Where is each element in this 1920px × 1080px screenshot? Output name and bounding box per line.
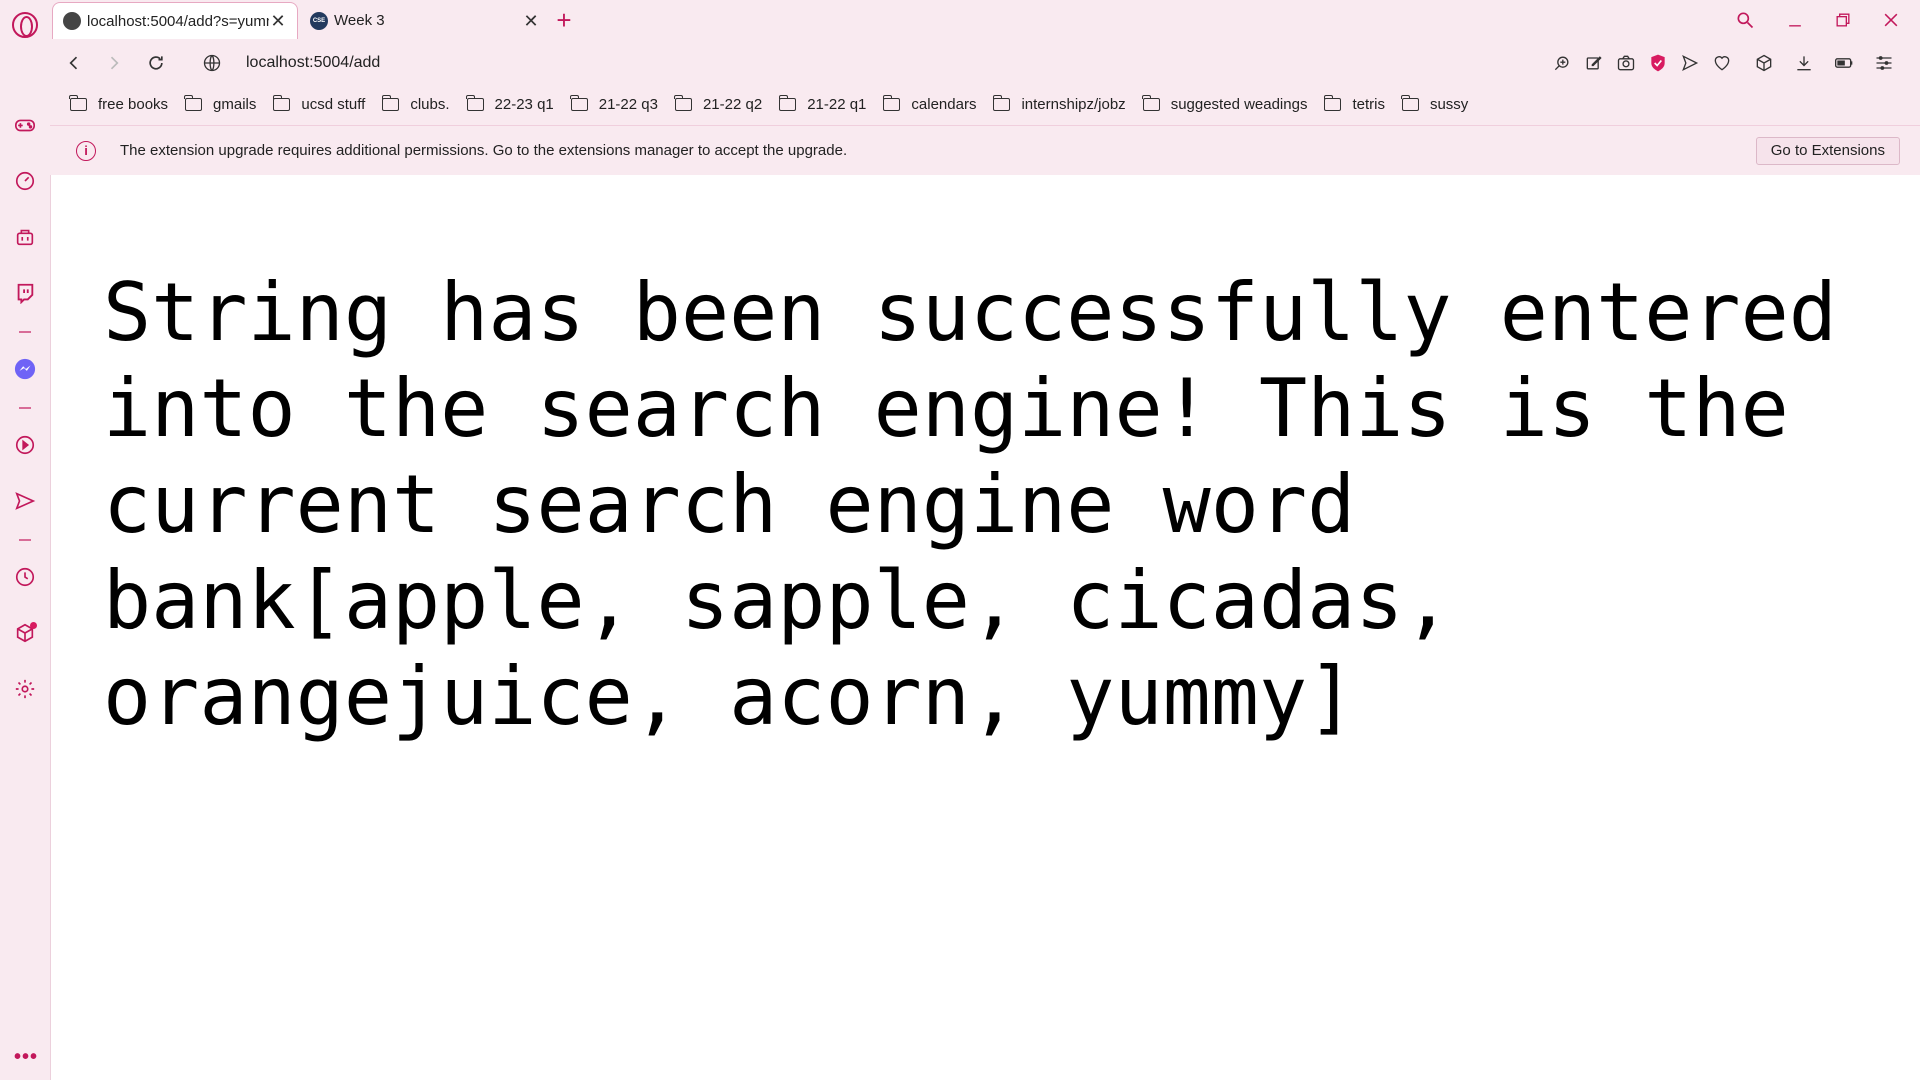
sidebar-separator: [19, 331, 31, 333]
response-message: String has been successfully entered int…: [103, 266, 1837, 743]
restore-icon[interactable]: [1828, 6, 1858, 34]
bookmarks-bar: free books gmails ucsd stuff clubs. 22-2…: [50, 86, 1920, 122]
bookmark-label: suggested weadings: [1170, 95, 1308, 113]
settings-gear-icon[interactable]: [10, 674, 40, 704]
bookmark-folder[interactable]: 21-22 q1: [778, 94, 867, 113]
folder-icon: [381, 94, 400, 111]
back-button[interactable]: [60, 49, 88, 77]
bookmark-label: 21-22 q3: [598, 95, 658, 113]
folder-icon: [69, 94, 87, 111]
bookmark-folder[interactable]: 22-23 q1: [465, 94, 554, 113]
reload-button[interactable]: [142, 49, 170, 77]
bookmark-folder[interactable]: calendars: [882, 94, 977, 113]
send-icon[interactable]: [1678, 51, 1702, 75]
bookmark-folder[interactable]: gmails: [184, 94, 257, 113]
bookmark-folder[interactable]: 21-22 q2: [674, 94, 763, 113]
bookmark-label: clubs.: [410, 95, 450, 113]
bookmark-folder[interactable]: sussy: [1401, 94, 1469, 113]
bookmark-folder[interactable]: free books: [69, 94, 169, 113]
download-icon[interactable]: [1792, 51, 1816, 75]
bookmark-label: ucsd stuff: [301, 95, 366, 113]
folder-icon: [465, 94, 484, 111]
more-options-icon[interactable]: •••: [14, 1046, 38, 1069]
folder-icon: [1142, 94, 1160, 111]
tab-localhost[interactable]: localhost:5004/add?s=yummy ✕: [52, 2, 298, 39]
twitch-icon[interactable]: [10, 278, 40, 308]
sidebar-separator: [19, 407, 31, 409]
sidebar: •••: [0, 0, 50, 1080]
opera-logo-icon[interactable]: [12, 12, 38, 38]
page-content: String has been successfully entered int…: [50, 175, 1920, 1080]
folder-icon: [272, 94, 291, 111]
notification-dot: [30, 622, 37, 629]
tab-title: Week 3: [334, 12, 385, 29]
folder-icon: [184, 94, 203, 111]
folder-icon: [674, 94, 692, 111]
site-info-globe-icon[interactable]: [202, 53, 222, 73]
tab-strip: localhost:5004/add?s=yummy ✕ CSE Week 3 …: [50, 0, 1920, 40]
bookmark-label: 21-22 q1: [807, 95, 867, 113]
tab-close-icon[interactable]: ✕: [522, 12, 540, 30]
adblock-shield-icon[interactable]: [1646, 51, 1670, 75]
heart-icon[interactable]: [1710, 51, 1734, 75]
easy-setup-icon[interactable]: [1872, 51, 1896, 75]
forward-button[interactable]: [100, 49, 128, 77]
bookmark-label: internshipz/jobz: [1021, 95, 1126, 113]
folder-icon: [992, 94, 1011, 111]
folder-icon: [882, 94, 901, 111]
speedometer-icon[interactable]: [10, 166, 40, 196]
cse-icon: CSE: [310, 11, 328, 30]
tab-close-icon[interactable]: ✕: [269, 12, 287, 30]
battery-saver-icon[interactable]: [1832, 51, 1856, 75]
url-input[interactable]: localhost:5004/add: [246, 54, 380, 72]
bookmark-label: tetris: [1352, 95, 1385, 113]
folder-icon: [1323, 94, 1342, 111]
address-bar: localhost:5004/add: [50, 40, 1920, 86]
gamepad-icon[interactable]: [10, 110, 40, 140]
bookmark-label: gmails: [213, 95, 257, 113]
send-icon[interactable]: [10, 486, 40, 516]
bookmark-label: calendars: [911, 95, 977, 113]
minimize-icon[interactable]: [1780, 6, 1810, 34]
shopping-bag-icon[interactable]: [10, 222, 40, 252]
close-window-icon[interactable]: [1876, 6, 1906, 34]
globe-icon: [63, 12, 81, 30]
sidebar-separator: [19, 539, 31, 541]
folder-icon: [570, 94, 588, 111]
bookmark-folder[interactable]: ucsd stuff: [272, 94, 366, 113]
history-icon[interactable]: [10, 562, 40, 592]
bookmark-label: 22-23 q1: [494, 95, 554, 113]
messenger-icon[interactable]: [10, 354, 40, 384]
bookmark-folder[interactable]: tetris: [1323, 94, 1385, 113]
bookmark-label: sussy: [1429, 95, 1469, 113]
bookmark-folder[interactable]: 21-22 q3: [570, 94, 658, 113]
bookmark-folder[interactable]: suggested weadings: [1142, 94, 1308, 113]
tab-week-3[interactable]: CSE Week 3 ✕: [300, 2, 550, 39]
bookmark-label: free books: [98, 95, 169, 113]
bookmark-folder[interactable]: clubs.: [381, 94, 450, 113]
bookmark-folder[interactable]: internshipz/jobz: [992, 94, 1126, 113]
extension-upgrade-infobar: i The extension upgrade requires additio…: [50, 125, 1920, 175]
go-to-extensions-button[interactable]: Go to Extensions: [1755, 137, 1900, 165]
extensions-cube-icon[interactable]: [1752, 51, 1776, 75]
search-tabs-icon[interactable]: [1730, 6, 1760, 34]
player-icon[interactable]: [10, 430, 40, 460]
folder-icon: [1401, 94, 1419, 111]
folder-icon: [778, 94, 797, 111]
zoom-icon[interactable]: [1550, 51, 1574, 75]
camera-icon[interactable]: [1614, 51, 1638, 75]
bookmark-label: 21-22 q2: [702, 95, 763, 113]
edit-icon[interactable]: [1582, 51, 1606, 75]
info-icon: i: [76, 141, 96, 161]
infobar-message: The extension upgrade requires additiona…: [120, 142, 848, 159]
new-tab-icon[interactable]: +: [550, 6, 578, 34]
tab-title: localhost:5004/add?s=yummy: [87, 12, 269, 30]
